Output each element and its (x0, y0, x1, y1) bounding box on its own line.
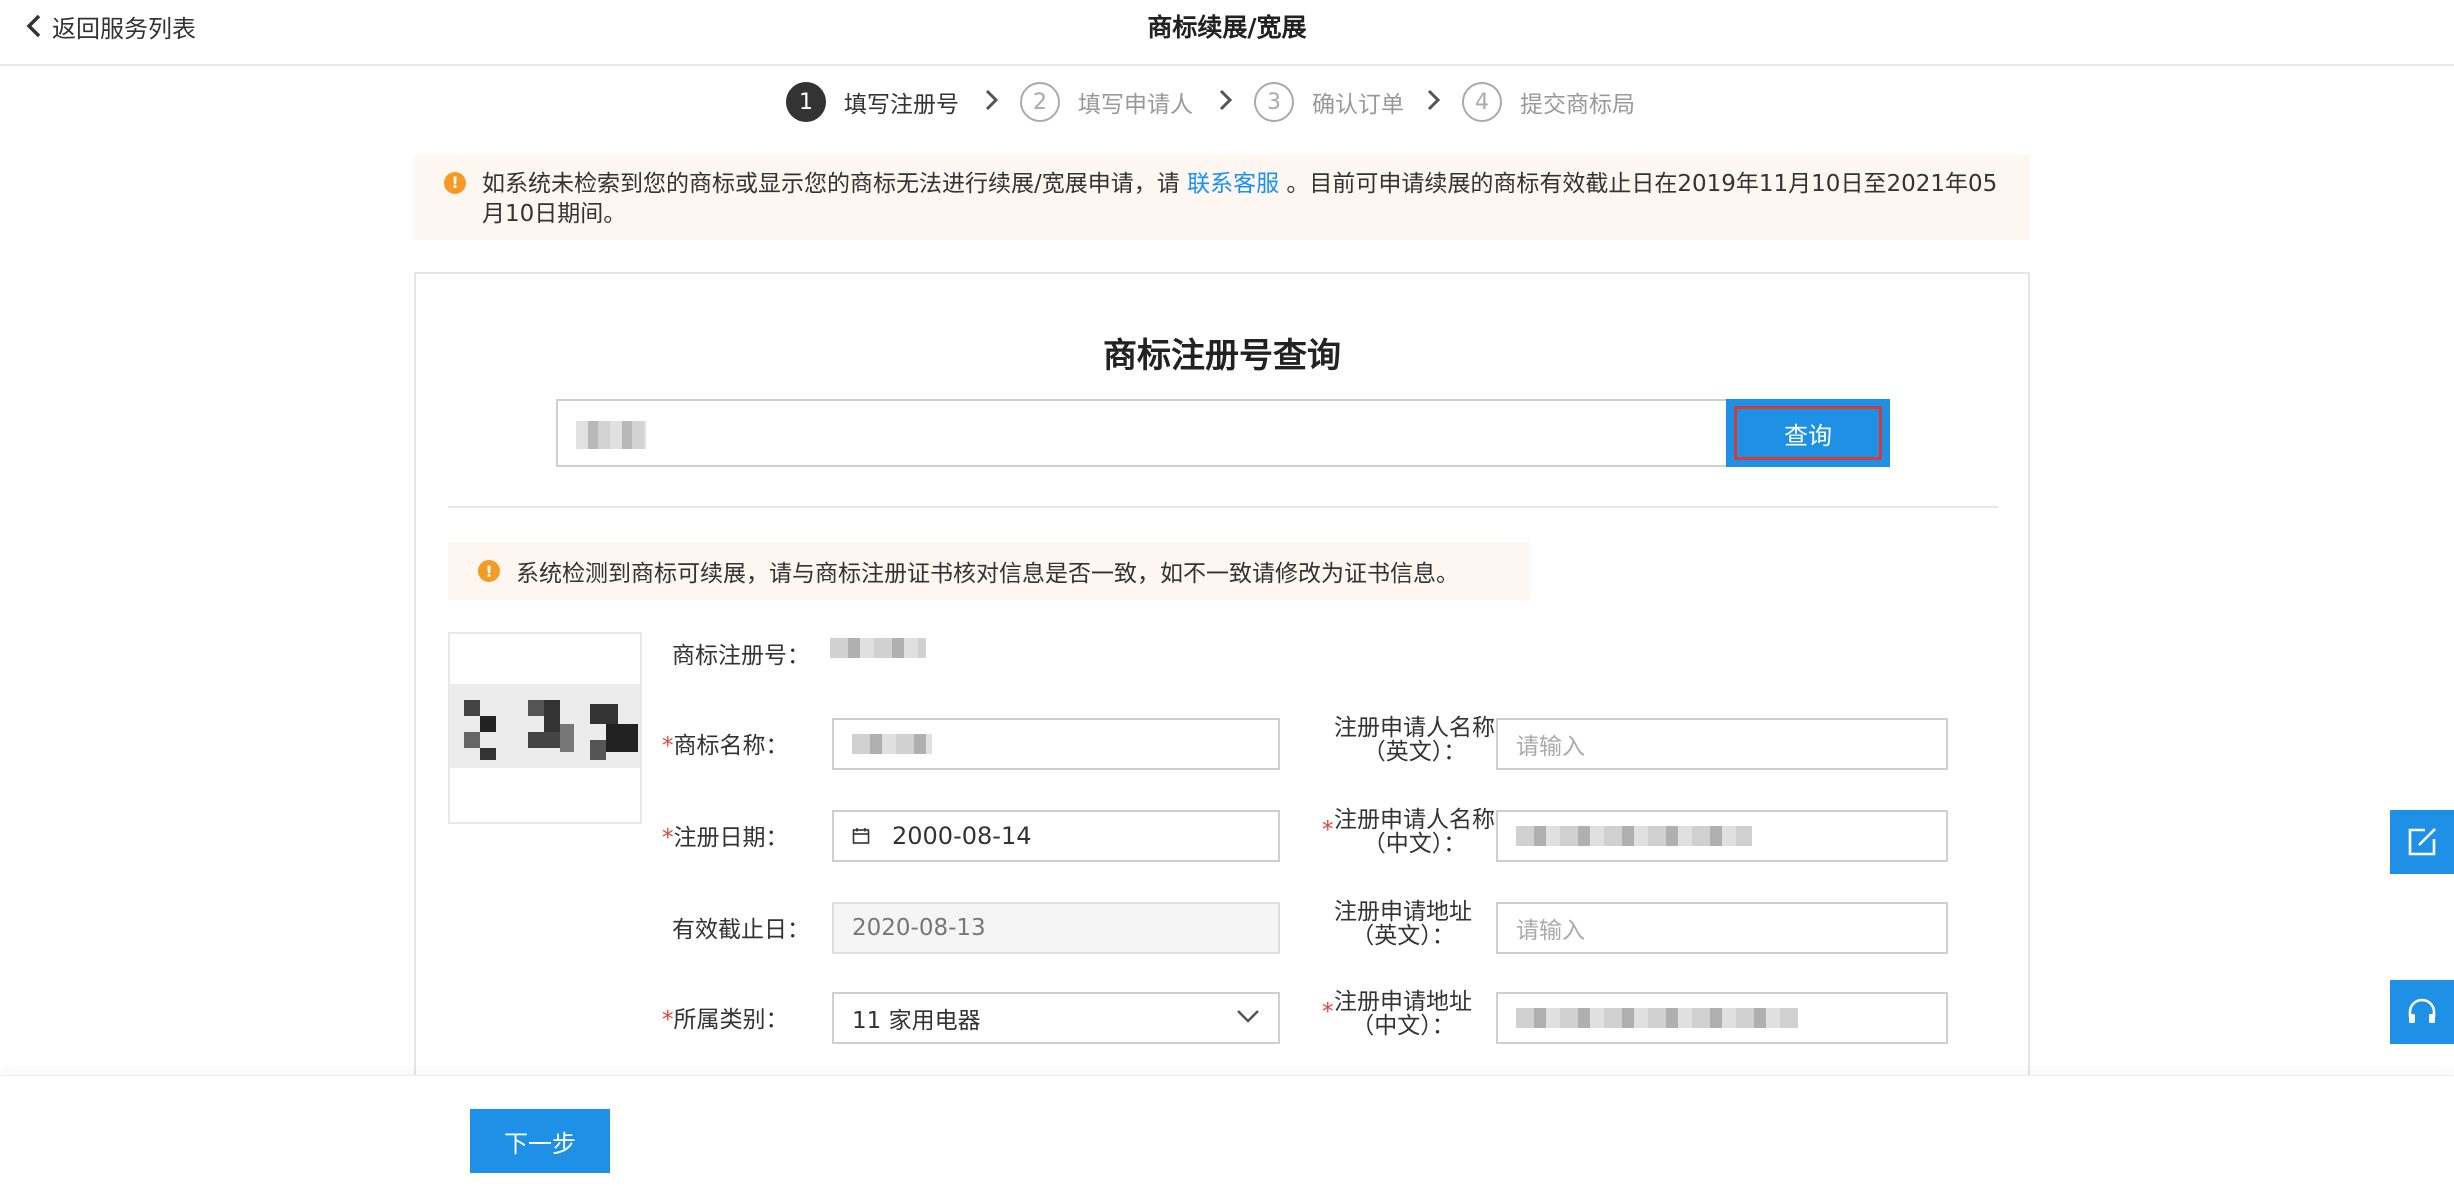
renewable-notice-text: 系统检测到商标可续展，请与商标注册证书核对信息是否一致，如不一致请修改为证书信息… (516, 561, 1459, 587)
query-button[interactable]: 查询 (1726, 399, 1890, 467)
applicant-en-field[interactable]: 请输入 (1496, 718, 1948, 770)
trademark-name-field[interactable] (832, 718, 1280, 770)
warning-icon: ! (444, 172, 466, 194)
address-cn-label: * 注册申请地址 （中文）： (1322, 989, 1472, 1039)
highlight-box (1734, 406, 1882, 460)
query-title: 商标注册号查询 (1103, 336, 1341, 376)
applicant-en-label: 注册申请人名称 （英文）： (1334, 715, 1495, 765)
footer-bar: 下一步 (0, 1075, 2454, 1196)
step-3: 3 确认订单 (1254, 80, 1404, 124)
registration-number-input[interactable] (556, 399, 1726, 467)
step-4: 4 提交商标局 (1462, 80, 1635, 124)
step-number: 2 (1020, 82, 1060, 122)
blurred-value (1516, 1008, 1798, 1028)
page-title: 商标续展/宽展 (1147, 13, 1307, 42)
step-label: 提交商标局 (1520, 92, 1635, 118)
trademark-image (448, 632, 642, 824)
category-select[interactable]: 11 家用电器 (832, 992, 1280, 1044)
required-mark: * (662, 1007, 674, 1033)
edit-icon (2408, 828, 2436, 856)
step-2: 2 填写申请人 (1020, 80, 1193, 124)
step-number: 3 (1254, 82, 1294, 122)
category-label: *所属类别： (662, 1007, 789, 1033)
expiry-label: 有效截止日： (672, 917, 810, 943)
reg-date-picker[interactable]: 2000-08-14 (832, 810, 1280, 862)
applicant-cn-label: * 注册申请人名称 （中文）： (1322, 807, 1495, 857)
step-1: 1 填写注册号 (786, 80, 959, 124)
expiry-date-field: 2020-08-13 (832, 902, 1280, 954)
calendar-icon (852, 828, 870, 844)
address-en-label: 注册申请地址 （英文）： (1334, 899, 1472, 949)
reg-date-label: *注册日期： (662, 825, 789, 851)
category-value: 11 家用电器 (852, 1008, 981, 1034)
address-cn-field[interactable] (1496, 992, 1948, 1044)
blurred-value (1516, 826, 1752, 846)
chevron-right-icon (1427, 89, 1441, 111)
top-bar: 返回服务列表 商标续展/宽展 (0, 0, 2454, 66)
placeholder: 请输入 (1516, 734, 1585, 760)
chevron-right-icon (1219, 89, 1233, 111)
blurred-value (852, 734, 932, 754)
progress-steps: 1 填写注册号 2 填写申请人 3 确认订单 4 提交商标局 (0, 80, 2454, 124)
feedback-button[interactable] (2390, 810, 2454, 874)
query-card: 商标注册号查询 查询 ! 系统检测到商标可续展，请与商标注册证书核对信息是否一致… (414, 272, 2030, 1092)
applicant-cn-field[interactable] (1496, 810, 1948, 862)
contact-support-link[interactable]: 联系客服 (1187, 171, 1279, 197)
name-label: *商标名称： (662, 733, 789, 759)
blurred-reg-no (830, 638, 926, 658)
blurred-logo (450, 684, 640, 768)
renewal-notice: ! 如系统未检索到您的商标或显示您的商标无法进行续展/宽展申请，请 联系客服 。… (414, 155, 2030, 240)
customer-service-button[interactable] (2390, 980, 2454, 1044)
headset-icon (2408, 998, 2436, 1023)
step-number: 1 (786, 82, 826, 122)
divider (448, 506, 1998, 508)
required-mark: * (662, 733, 674, 759)
notice-text-before: 如系统未检索到您的商标或显示您的商标无法进行续展/宽展申请，请 (482, 171, 1180, 197)
placeholder: 请输入 (1516, 918, 1585, 944)
step-number: 4 (1462, 82, 1502, 122)
warning-icon: ! (478, 560, 500, 582)
expiry-value: 2020-08-13 (852, 915, 986, 941)
step-label: 填写注册号 (844, 92, 959, 118)
next-step-button[interactable]: 下一步 (470, 1109, 610, 1173)
address-en-field[interactable]: 请输入 (1496, 902, 1948, 954)
chevron-right-icon (985, 89, 999, 111)
chevron-down-icon (1237, 1010, 1259, 1023)
reg-date-value: 2000-08-14 (892, 822, 1032, 850)
step-label: 填写申请人 (1078, 92, 1193, 118)
renewable-notice: ! 系统检测到商标可续展，请与商标注册证书核对信息是否一致，如不一致请修改为证书… (448, 542, 1530, 600)
blurred-value (576, 421, 646, 449)
reg-no-label: 商标注册号： (672, 643, 810, 669)
step-label: 确认订单 (1312, 92, 1404, 118)
required-mark: * (662, 825, 674, 851)
